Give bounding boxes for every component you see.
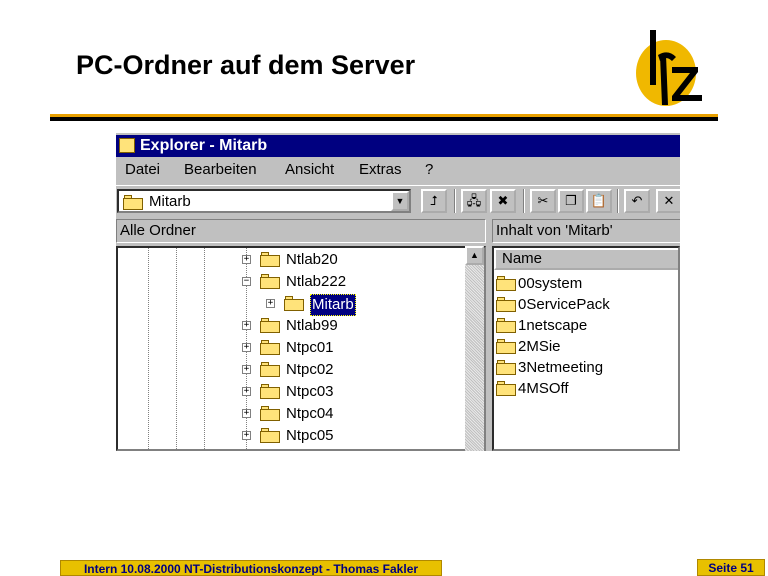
menu-bearbeiten[interactable]: Bearbeiten [184, 161, 257, 178]
folder-icon [496, 297, 516, 312]
toolbar-separator [454, 189, 456, 213]
collapse-icon[interactable]: − [242, 277, 251, 286]
content-pane-header: Inhalt von 'Mitarb' [492, 219, 680, 243]
list-item-label: 1netscape [518, 317, 588, 334]
toolbar: Mitarb ▼ ⮥ 🖧 ✖ ✂ ❐ 📋 ↶ ✕ [116, 185, 680, 215]
tree-pane-header: Alle Ordner [116, 219, 486, 243]
folder-icon [260, 406, 280, 421]
cut-button[interactable]: ✂ [530, 189, 556, 213]
expand-icon[interactable]: + [266, 299, 275, 308]
address-combo[interactable]: Mitarb ▼ [117, 189, 411, 213]
folder-icon [260, 428, 280, 443]
tree-item-label: Ntlab99 [286, 317, 338, 334]
folder-icon [260, 318, 280, 333]
content-list[interactable]: Name 00system 0ServicePack 1netscape 2MS… [492, 246, 680, 451]
open-folder-icon [284, 296, 304, 311]
tree-item-label: Ntpc02 [286, 361, 334, 378]
folder-icon [260, 362, 280, 377]
window-titlebar[interactable]: Explorer - Mitarb [116, 135, 680, 157]
folder-icon [496, 360, 516, 375]
folder-icon [496, 276, 516, 291]
folder-icon [496, 318, 516, 333]
window-title: Explorer - Mitarb [140, 137, 268, 154]
expand-icon[interactable]: + [242, 409, 251, 418]
menu-bar: Datei Bearbeiten Ansicht Extras ? [116, 159, 680, 181]
lrz-logo [636, 30, 702, 106]
list-item-label: 3Netmeeting [518, 359, 604, 376]
folder-icon [260, 252, 280, 267]
title-rule [50, 117, 718, 121]
expand-icon[interactable]: + [242, 431, 251, 440]
toolbar-separator [523, 189, 525, 213]
explorer-window: Explorer - Mitarb Datei Bearbeiten Ansic… [116, 133, 680, 451]
delete-button[interactable]: ✕ [656, 189, 680, 213]
tree-item-label: Ntpc04 [286, 405, 334, 422]
expand-icon[interactable]: + [242, 255, 251, 264]
page-number: Seite 51 [697, 559, 765, 576]
tree-item-label: Ntlab20 [286, 251, 338, 268]
folder-icon [496, 381, 516, 396]
folder-icon [260, 384, 280, 399]
slide-title: PC-Ordner auf dem Server [76, 50, 416, 80]
tree-item-label: Ntpc01 [286, 339, 334, 356]
column-header-name[interactable]: Name [494, 248, 678, 270]
footer-info: Intern 10.08.2000 NT-Distributionskonzep… [60, 560, 442, 576]
tree-guide [176, 248, 177, 449]
undo-button[interactable]: ↶ [624, 189, 650, 213]
expand-icon[interactable]: + [242, 343, 251, 352]
expand-icon[interactable]: + [242, 365, 251, 374]
folder-icon [496, 339, 516, 354]
menu-help[interactable]: ? [425, 161, 433, 178]
tree-item-label: Mitarb [310, 294, 356, 316]
menu-datei[interactable]: Datei [125, 161, 160, 178]
copy-button[interactable]: ❐ [558, 189, 584, 213]
list-item-label: 00system [518, 275, 583, 292]
menu-extras[interactable]: Extras [359, 161, 402, 178]
up-folder-button[interactable]: ⮥ [421, 189, 447, 213]
paste-button[interactable]: 📋 [586, 189, 612, 213]
expand-icon[interactable]: + [242, 387, 251, 396]
list-item-label: 4MSOff [518, 380, 569, 397]
tree-guide [204, 248, 205, 449]
folder-icon [260, 274, 280, 289]
tree-item-label: Ntpc03 [286, 383, 334, 400]
combo-dropdown-button[interactable]: ▼ [391, 191, 409, 211]
tree-scrollbar[interactable]: ▲ [465, 246, 484, 451]
tree-item-label: Ntlab222 [286, 273, 347, 290]
menu-ansicht[interactable]: Ansicht [285, 161, 334, 178]
folder-icon [260, 340, 280, 355]
list-item-label: 0ServicePack [518, 296, 610, 313]
explorer-app-icon [119, 138, 135, 153]
toolbar-separator [617, 189, 619, 213]
disconnect-drive-button[interactable]: ✖ [490, 189, 516, 213]
list-item-label: 2MSie [518, 338, 561, 355]
tree-item-label: Ntpc05 [286, 427, 334, 444]
folder-tree[interactable]: + Ntlab20 − Ntlab222 + Mitarb + Ntlab99 … [116, 246, 486, 451]
expand-icon[interactable]: + [242, 321, 251, 330]
address-value: Mitarb [149, 193, 191, 210]
map-drive-button[interactable]: 🖧 [461, 189, 487, 213]
scroll-up-button[interactable]: ▲ [465, 246, 484, 265]
tree-guide [148, 248, 149, 449]
folder-icon [123, 195, 143, 210]
